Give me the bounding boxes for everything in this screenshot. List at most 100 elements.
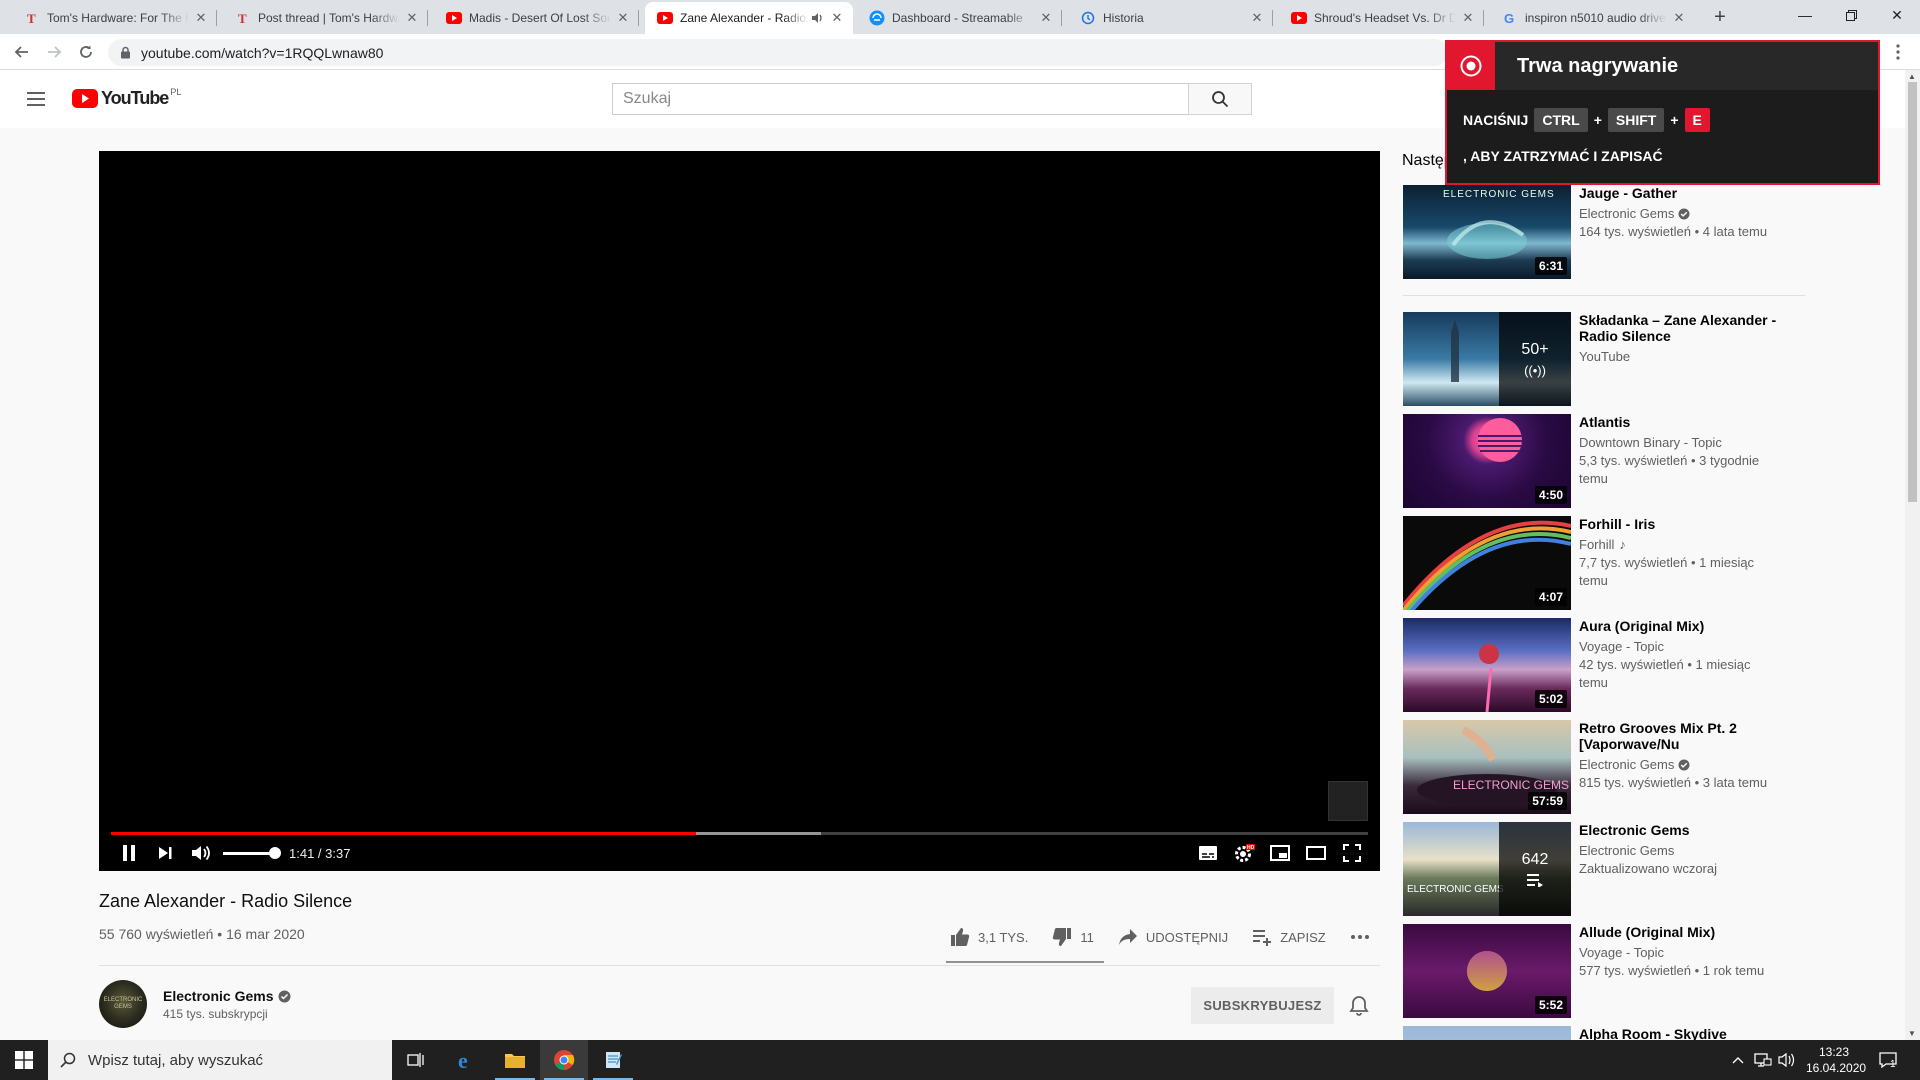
speaker-icon[interactable] xyxy=(809,10,825,26)
settings-button[interactable]: HD xyxy=(1226,835,1262,871)
recommended-video[interactable]: 4:07 Forhill - Iris Forhill ♪ 7,7 tys. w… xyxy=(1403,516,1803,611)
gear-icon: HD xyxy=(1235,844,1255,862)
playlist-thumbnail[interactable]: ELECTRONIC GEMS 642 xyxy=(1403,822,1571,916)
tab-5[interactable]: Dashboard - Streamable ✕ xyxy=(857,2,1062,34)
volume-icon xyxy=(192,845,210,861)
task-view-icon[interactable] xyxy=(392,1040,440,1080)
hamburger-menu-icon[interactable] xyxy=(24,87,48,111)
volume-slider-knob[interactable] xyxy=(269,847,281,859)
tab-3[interactable]: Madis - Desert Of Lost Souls - YouTube ✕ xyxy=(434,2,639,34)
start-button[interactable] xyxy=(0,1040,48,1080)
recommended-video[interactable]: ELECTRONIC GEMS 6:31 Jauge - Gather Elec… xyxy=(1403,185,1803,280)
close-icon[interactable]: ✕ xyxy=(1460,10,1476,26)
omnibox[interactable]: youtube.com/watch?v=1RQQLwnaw80 xyxy=(108,39,1448,66)
action-center-icon[interactable]: 1 xyxy=(1878,1040,1904,1080)
volume-slider[interactable] xyxy=(223,847,281,859)
video-thumbnail[interactable]: 5:52 xyxy=(1403,924,1571,1018)
next-button[interactable] xyxy=(147,835,183,871)
minimize-button[interactable]: — xyxy=(1782,0,1828,30)
theater-mode-button[interactable] xyxy=(1298,835,1334,871)
video-thumbnail[interactable]: ELECTRONIC GEMS 57:59 xyxy=(1403,720,1571,814)
share-button[interactable]: UDOSTĘPNIJ xyxy=(1118,928,1228,946)
video-thumbnail[interactable]: 4:50 xyxy=(1403,414,1571,508)
notification-bell-icon[interactable] xyxy=(1347,994,1371,1018)
tab-1[interactable]: T Tom's Hardware: For The Hardcore PC En… xyxy=(12,2,217,34)
record-icon xyxy=(1447,42,1495,90)
forward-button[interactable] xyxy=(42,40,66,64)
window-close-button[interactable]: ✕ xyxy=(1874,0,1920,30)
video-thumbnail[interactable]: 5:02 xyxy=(1403,618,1571,712)
mute-button[interactable] xyxy=(183,835,219,871)
tab-2[interactable]: T Post thread | Tom's Hardware Forum ✕ xyxy=(223,2,428,34)
recommended-views: 7,7 tys. wyświetleń • 1 miesiąc temu xyxy=(1579,555,1755,588)
close-icon[interactable]: ✕ xyxy=(193,10,209,26)
recommended-video[interactable]: 5:02 Aura (Original Mix) Voyage - Topic … xyxy=(1403,618,1803,713)
recommended-mix[interactable]: 50+ ((•)) Składanka – Zane Alexander - R… xyxy=(1403,312,1803,407)
close-icon[interactable]: ✕ xyxy=(404,10,420,26)
more-horizontal-icon xyxy=(1350,934,1370,940)
search-icon xyxy=(60,1052,76,1068)
video-thumbnail[interactable] xyxy=(1403,1026,1571,1040)
video-thumbnail[interactable]: 4:07 xyxy=(1403,516,1571,610)
recording-message: , ABY ZATRZYMAĆ I ZAPISAĆ xyxy=(1463,148,1663,164)
recommended-video[interactable]: 4:50 Atlantis Downtown Binary - Topic 5,… xyxy=(1403,414,1803,509)
recommended-video[interactable]: 5:52 Allude (Original Mix) Voyage - Topi… xyxy=(1403,924,1803,1019)
show-hidden-icons[interactable] xyxy=(1732,1040,1744,1080)
mix-thumbnail[interactable]: 50+ ((•)) xyxy=(1403,312,1571,406)
recommended-video[interactable]: Alpha Room - Skydive xyxy=(1403,1026,1803,1040)
scrollbar-thumb[interactable] xyxy=(1908,82,1917,502)
recommended-playlist[interactable]: ELECTRONIC GEMS 642 Electronic Gems Elec… xyxy=(1403,822,1803,917)
chrome-icon[interactable] xyxy=(540,1040,588,1080)
recommended-title: Alpha Room - Skydive xyxy=(1579,1026,1727,1040)
back-button[interactable] xyxy=(10,40,34,64)
share-arrow-icon xyxy=(1118,928,1138,946)
channel-name[interactable]: Electronic Gems xyxy=(163,988,291,1004)
reload-button[interactable] xyxy=(74,40,98,64)
edge-icon[interactable]: e xyxy=(443,1040,491,1080)
recommended-video[interactable]: ELECTRONIC GEMS 57:59 Retro Grooves Mix … xyxy=(1403,720,1803,815)
fullscreen-button[interactable] xyxy=(1334,835,1370,871)
video-player[interactable]: 1:41 / 3:37 HD xyxy=(99,151,1380,871)
playlist-add-icon xyxy=(1252,928,1272,946)
dislike-button[interactable]: 11 xyxy=(1052,927,1094,947)
page-scrollbar[interactable]: ▲ ▼ xyxy=(1905,70,1920,1040)
file-explorer-icon[interactable] xyxy=(491,1040,539,1080)
toms-hardware-icon: T xyxy=(24,10,40,26)
tab-6[interactable]: Historia ✕ xyxy=(1068,2,1273,34)
channel-avatar[interactable]: ELECTRONIC GEMS xyxy=(99,980,147,1028)
like-button[interactable]: 3,1 TYS. xyxy=(950,927,1028,947)
miniplayer-button[interactable] xyxy=(1262,835,1298,871)
verified-icon xyxy=(1678,208,1690,220)
pause-button[interactable] xyxy=(111,835,147,871)
kebab-menu-icon[interactable] xyxy=(1886,40,1910,64)
search-input[interactable] xyxy=(612,83,1188,115)
notepad-icon[interactable] xyxy=(589,1040,637,1080)
save-button[interactable]: ZAPISZ xyxy=(1252,928,1326,946)
video-thumbnail[interactable]: ELECTRONIC GEMS 6:31 xyxy=(1403,185,1571,279)
taskbar-search[interactable]: Wpisz tutaj, aby wyszukać xyxy=(48,1040,392,1080)
more-actions-button[interactable] xyxy=(1350,934,1370,940)
new-tab-button[interactable]: + xyxy=(1707,5,1733,31)
close-icon[interactable]: ✕ xyxy=(1671,10,1687,26)
close-icon[interactable]: ✕ xyxy=(1249,10,1265,26)
scroll-up-icon[interactable]: ▲ xyxy=(1908,72,1916,81)
restore-button[interactable] xyxy=(1828,0,1874,30)
tab-7[interactable]: Shroud's Headset Vs. Dr Disrespect's Hea… xyxy=(1279,2,1484,34)
subtitles-button[interactable] xyxy=(1190,835,1226,871)
youtube-logo[interactable]: YouTube PL xyxy=(72,87,181,109)
tab-4-active[interactable]: Zane Alexander - Radio Silence - YouTube… xyxy=(645,2,853,34)
close-icon[interactable]: ✕ xyxy=(1038,10,1054,26)
lock-icon[interactable] xyxy=(120,46,131,59)
tab-8[interactable]: G inspiron n5010 audio drivers - Google … xyxy=(1490,2,1695,34)
network-icon[interactable] xyxy=(1754,1040,1772,1080)
radio-icon: ((•)) xyxy=(1524,362,1546,378)
volume-tray-icon[interactable] xyxy=(1778,1040,1796,1080)
info-divider xyxy=(99,965,1380,966)
close-icon[interactable]: ✕ xyxy=(615,10,631,26)
taskbar-clock[interactable]: 13:23 16.04.2020 xyxy=(1806,1044,1866,1076)
subscribed-button[interactable]: SUBSKRYBUJESZ xyxy=(1191,987,1334,1024)
channel-watermark[interactable] xyxy=(1328,781,1368,821)
close-icon[interactable]: ✕ xyxy=(829,10,845,26)
search-button[interactable] xyxy=(1188,83,1252,115)
scroll-down-icon[interactable]: ▼ xyxy=(1908,1029,1916,1038)
